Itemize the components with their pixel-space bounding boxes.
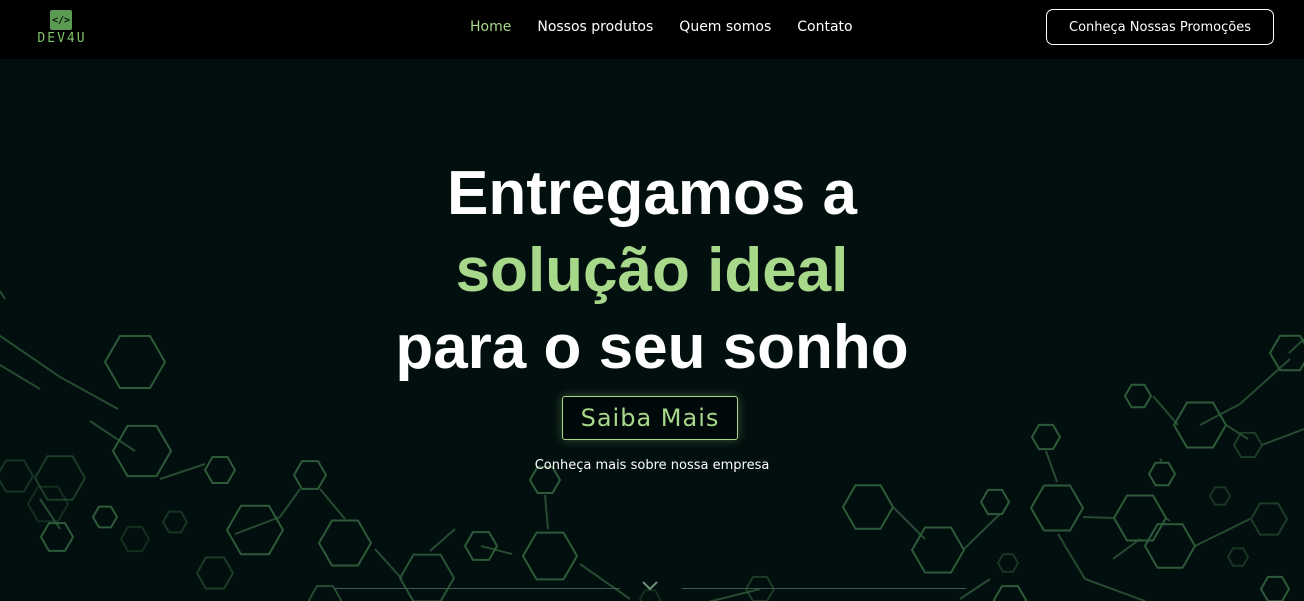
hexagon-shape [1030,423,1062,451]
hexagon-shape [521,531,579,581]
hexagon-shape [195,556,235,590]
network-connector-line [279,488,301,518]
hero-heading: Entregamos a solução ideal para o seu so… [0,155,1304,386]
hexagon-shape [1029,484,1085,532]
nav-contact[interactable]: Contato [797,19,852,35]
hexagon-shape [979,488,1011,516]
network-connector-line [1084,578,1146,601]
hero-line-2-highlight: solução ideal [455,236,849,305]
navbar: </> DEV4U Home Nossos produtos Quem somo… [0,0,1304,59]
hexagon-shape [1112,494,1168,542]
network-connector-line [959,578,991,600]
hexagon-shape [992,585,1028,601]
promotions-button[interactable]: Conheça Nossas Promoções [1046,9,1274,45]
network-connector-line [1261,428,1304,446]
hexagon-shape [1249,502,1289,536]
learn-more-button[interactable]: Saiba Mais [562,396,738,440]
nav-about[interactable]: Quem somos [679,19,771,35]
network-connector-line [234,516,281,535]
nav-products[interactable]: Nossos produtos [537,19,653,35]
hero-line-3: para o seu sonho [395,313,909,382]
hexagon-shape [317,519,373,567]
network-connector-line [1194,518,1251,547]
network-connector-line [1082,516,1115,519]
hero-line-1: Entregamos a [446,159,858,228]
network-connector-line [319,488,346,520]
logo-text: DEV4U [37,31,87,46]
hexagon-shape [398,553,456,601]
divider-right [682,588,966,589]
network-connector-line [579,563,631,600]
hexagon-shape [1143,523,1197,569]
hexagon-shape [26,485,70,523]
network-connector-line [1152,395,1179,426]
network-connector-line [429,528,456,552]
hexagon-shape [225,504,285,556]
hexagon-shape [161,510,189,534]
logo[interactable]: </> DEV4U [24,10,100,46]
main-nav: Home Nossos produtos Quem somos Contato [470,19,853,35]
code-icon: </> [50,10,72,30]
hexagon-shape [1123,383,1153,409]
network-connector-line [1057,533,1086,580]
hexagon-shape [119,525,151,553]
hero-subtitle: Conheça mais sobre nossa empresa [534,458,770,473]
chevron-down-icon[interactable] [641,580,659,592]
hexagon-shape [1259,575,1291,601]
logo-icon-glyph: </> [51,14,71,26]
network-connector-line [962,513,1001,551]
hexagon-shape [996,553,1020,573]
hexagon-shape [91,505,119,529]
network-connector-line [544,494,549,530]
network-connector-line [1112,538,1141,560]
hexagon-shape [841,484,895,530]
divider-left [334,588,620,589]
hexagon-shape [1208,486,1232,506]
network-connector-line [39,498,61,530]
nav-home[interactable]: Home [470,19,511,35]
hexagon-shape [1226,547,1250,567]
network-connector-line [374,548,403,580]
hexagon-shape [1232,431,1264,459]
hexagon-shape [39,522,75,552]
